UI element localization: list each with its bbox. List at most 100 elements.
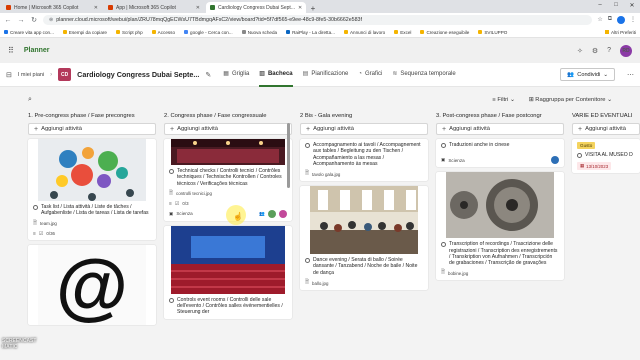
label-icon: ▣ — [441, 157, 446, 163]
copilot-icon[interactable]: ✧ — [577, 47, 583, 55]
bookmark-star-icon[interactable]: ☆ — [597, 16, 602, 24]
due-date-chip[interactable]: ▦ 13/10/2023 — [577, 162, 612, 171]
filter-button[interactable]: ≡ Filtri ⌄ — [492, 97, 514, 103]
bookmark-item[interactable]: Creare vita app con... — [4, 30, 54, 35]
tab-board[interactable]: ▥ Bacheca — [259, 63, 293, 87]
close-window-icon[interactable]: ✕ — [624, 0, 640, 10]
task-card[interactable]: Dance evening / Serata di ballo / Soirée… — [300, 186, 428, 291]
other-bookmarks[interactable]: Altri Preferiti — [604, 30, 636, 35]
attachment-row[interactable]: 🗎 controlli tecnici.jpg — [169, 190, 287, 198]
close-tab-icon[interactable]: ✕ — [298, 5, 302, 11]
bookmark-item[interactable]: Script php — [115, 30, 143, 35]
add-task-button[interactable]: + Aggiungi attività — [28, 123, 156, 135]
attachment-row[interactable]: 🗎 ballo.jpg — [305, 279, 423, 287]
complete-task-checkbox[interactable] — [305, 258, 310, 264]
task-card[interactable]: Controls event rooms / Controlli delle s… — [164, 225, 292, 319]
task-card[interactable]: Accompagnamento ai tavoli / Accompagneme… — [300, 139, 428, 182]
bucket-title[interactable]: 2. Congress phase / Fase congressuale — [164, 113, 292, 123]
browser-menu-icon[interactable]: ⋮ — [630, 16, 636, 24]
new-tab-button[interactable]: + — [308, 3, 318, 13]
forward-icon[interactable]: → — [17, 17, 25, 24]
complete-task-checkbox[interactable] — [441, 143, 446, 148]
add-task-button[interactable]: + Aggiungi attività — [572, 123, 640, 135]
browser-tab-planner[interactable]: Cardiology Congress Dubai Sept... ✕ — [206, 2, 306, 13]
attachment-row[interactable]: 🗎 tavolo gala.jpg — [305, 170, 423, 178]
assignee-icon[interactable]: 👥 — [259, 211, 265, 217]
help-icon[interactable]: ? — [607, 47, 611, 54]
app-name[interactable]: Planner — [24, 47, 50, 54]
group-by-button[interactable]: ⊞ Raggruppa per Contenitore ⌄ — [529, 97, 612, 103]
reload-icon[interactable]: ↻ — [30, 16, 38, 24]
add-task-button[interactable]: + Aggiungi attività — [164, 123, 292, 135]
tab-label: App | Microsoft 365 Copilot — [116, 4, 176, 11]
task-title: Accompagnamento ai tavoli / Accompagneme… — [313, 142, 421, 167]
tab-timeline[interactable]: ≋ Sequenza temporale — [392, 63, 455, 87]
complete-task-checkbox[interactable] — [169, 169, 174, 174]
attachment-row[interactable]: 🗎 team.jpg — [33, 220, 151, 228]
bookmark-item[interactable]: Excel — [394, 30, 411, 35]
site-info-icon[interactable]: ⊜ — [49, 17, 53, 23]
task-card[interactable]: Traduzioni anche in cinese ▣ Scienza — [436, 139, 564, 168]
plus-icon: + — [442, 125, 447, 133]
complete-task-checkbox[interactable] — [441, 242, 446, 248]
back-icon[interactable]: ← — [4, 17, 12, 24]
plan-title[interactable]: Cardiology Congress Dubai Septe... — [77, 70, 199, 79]
task-card[interactable]: @ — [28, 244, 156, 325]
bookmark-item[interactable]: Nuova scheda — [241, 30, 277, 35]
bookmark-item[interactable]: google - Cerca con... — [184, 30, 233, 35]
close-tab-icon[interactable]: ✕ — [196, 5, 200, 11]
complete-task-checkbox[interactable] — [33, 205, 38, 210]
more-options-icon[interactable]: ⋯ — [627, 71, 634, 79]
assignee-avatar[interactable] — [551, 156, 559, 165]
assignee-avatar[interactable] — [279, 209, 287, 218]
browser-tab-app[interactable]: App | Microsoft 365 Copilot ✕ — [104, 2, 204, 13]
bucket-scrollbar[interactable] — [287, 123, 290, 188]
bookmark-item[interactable]: SVILUPPO — [478, 30, 507, 35]
bookmark-item[interactable]: Creazione eseguibile — [420, 30, 469, 35]
window-controls: – □ ✕ — [592, 0, 640, 10]
maximize-icon[interactable]: □ — [608, 0, 624, 10]
bucket-title[interactable]: 3. Post-congress phase / Fase postcongr — [436, 113, 564, 123]
minimize-icon[interactable]: – — [592, 0, 608, 10]
bucket-title[interactable]: VARIE ED EVENTUALI — [572, 113, 640, 123]
profile-icon[interactable] — [617, 16, 625, 24]
close-tab-icon[interactable]: ✕ — [94, 5, 98, 11]
assignee-avatar[interactable] — [268, 209, 276, 218]
extensions-icon[interactable]: ⧉ — [608, 16, 612, 24]
task-card[interactable]: Task list / Lista attività / Liste de tâ… — [28, 139, 156, 240]
settings-icon[interactable]: ⚙ — [592, 47, 598, 55]
complete-task-checkbox[interactable] — [577, 153, 582, 158]
bucket-title[interactable]: 2 Bis - Gala evening — [300, 113, 428, 123]
calendar-icon: ▦ — [580, 163, 585, 169]
tab-schedule[interactable]: ▤ Pianificazione — [303, 63, 349, 87]
complete-task-checkbox[interactable] — [305, 143, 310, 148]
edit-plan-icon[interactable]: ✎ — [205, 71, 211, 79]
folder-icon — [604, 30, 609, 34]
bucket-title[interactable]: 1. Pre-congress phase / Fase precongres — [28, 113, 156, 123]
complete-task-checkbox[interactable] — [169, 297, 174, 303]
tab-label: Home | Microsoft 365 Copilot — [14, 4, 79, 11]
label-icon: ▣ — [169, 210, 174, 216]
add-task-button[interactable]: + Aggiungi attività — [436, 123, 564, 135]
search-icon[interactable]: ⌕ — [28, 96, 32, 104]
bookmark-item[interactable]: Accesso — [151, 30, 175, 35]
app-launcher-icon[interactable]: ⠿ — [8, 46, 14, 55]
attachment-icon: 🗎 — [305, 170, 310, 177]
attachment-row[interactable]: 🗎 bobine.jpg — [441, 269, 559, 277]
task-card[interactable]: Gusto VISITA AL MUSEO D ▦ 13/10/2023 — [572, 139, 640, 174]
bookmark-item[interactable]: Annunci di lavoro — [343, 30, 385, 35]
tab-grid[interactable]: ▦ Griglia — [223, 63, 249, 87]
user-avatar[interactable]: RD — [620, 44, 632, 57]
browser-tab-home[interactable]: Home | Microsoft 365 Copilot ✕ — [2, 2, 102, 13]
tab-charts[interactable]: ◔ Grafici — [358, 63, 382, 87]
url-field[interactable]: ⊜ planner.cloud.microsoft/webui/plan/ZRU… — [43, 15, 593, 25]
attachment-icon: 🗎 — [33, 219, 38, 226]
collapse-nav-icon[interactable]: ⊟ — [6, 71, 12, 79]
share-button[interactable]: 👥 Condividi ⌄ — [560, 68, 615, 81]
bookmark-item[interactable]: Esempi da copiare — [62, 30, 107, 35]
task-card[interactable]: Transcription of recordings / Trascrizio… — [436, 172, 564, 281]
my-plans-link[interactable]: I miei piani — [18, 72, 44, 78]
plus-icon: + — [34, 125, 39, 133]
bookmark-item[interactable]: RaiPlay - La diretta... — [286, 30, 335, 35]
add-task-button[interactable]: + Aggiungi attività — [300, 123, 428, 135]
